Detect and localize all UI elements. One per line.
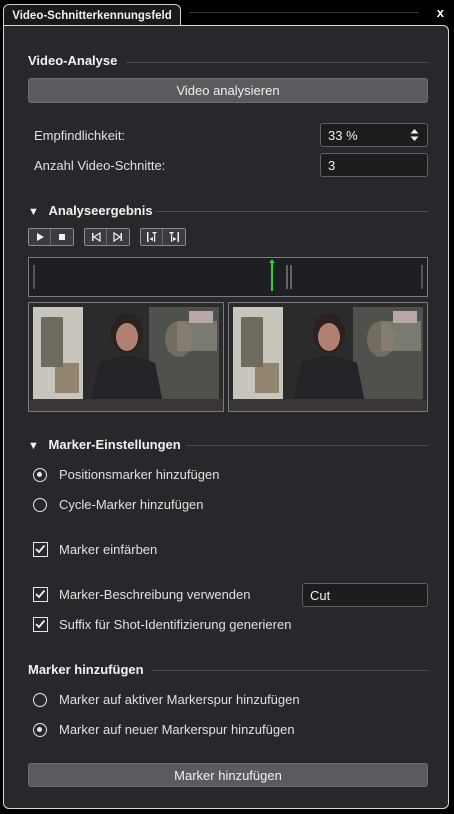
- checkmark-icon: [35, 619, 46, 629]
- new-track-label: Marker auf neuer Markerspur hinzufügen: [59, 722, 295, 737]
- add-markers-heading: Marker hinzufügen: [28, 662, 144, 677]
- video-frame-image: [229, 303, 427, 411]
- panel-tab-title: Video-Schnitterkennungsfeld: [12, 9, 172, 22]
- cut-count-label: Anzahl Video-Schnitte:: [34, 158, 166, 173]
- section-divider: [156, 211, 428, 212]
- sensitivity-value: 33 %: [328, 127, 358, 143]
- add-markers-button[interactable]: Marker hinzufügen: [28, 763, 428, 787]
- marker-description-label: Marker-Beschreibung verwenden: [59, 587, 251, 602]
- active-track-radio[interactable]: [33, 693, 47, 707]
- video-frame-image: [29, 303, 223, 411]
- analysis-result-heading[interactable]: ▼ Analyseergebnis: [28, 203, 153, 218]
- color-marker-label: Marker einfärben: [59, 542, 158, 557]
- section-divider: [186, 445, 428, 446]
- navigation-controls: [84, 228, 130, 246]
- cycle-marker-radio[interactable]: [33, 498, 47, 512]
- stepper-arrows-icon[interactable]: [410, 128, 419, 142]
- marker-settings-heading[interactable]: ▼ Marker-Einstellungen: [28, 437, 181, 452]
- cut-timeline[interactable]: [28, 257, 428, 297]
- close-icon[interactable]: x: [437, 5, 444, 20]
- collapse-arrow-icon[interactable]: ▼: [28, 440, 39, 452]
- cut-count-value: 3: [328, 157, 336, 173]
- stop-icon[interactable]: [51, 229, 73, 245]
- previous-cut-icon[interactable]: [141, 229, 163, 245]
- play-icon[interactable]: [29, 229, 51, 245]
- sensitivity-stepper[interactable]: 33 %: [320, 123, 428, 147]
- shot-suffix-label: Suffix für Shot-Identifizierung generier…: [59, 617, 292, 632]
- next-cut-icon[interactable]: [163, 229, 185, 245]
- shot-suffix-checkbox[interactable]: [33, 617, 48, 632]
- cut-before-thumbnail[interactable]: [28, 302, 224, 412]
- panel-body: Video-Analyse Video analysieren Empfindl…: [3, 25, 449, 809]
- marker-description-value: Cut: [310, 587, 331, 603]
- marker-description-input[interactable]: Cut: [302, 583, 428, 607]
- position-marker-radio[interactable]: [33, 468, 47, 482]
- checkmark-icon: [35, 589, 46, 599]
- position-marker-label: Positionsmarker hinzufügen: [59, 467, 220, 482]
- sensitivity-label: Empfindlichkeit:: [34, 128, 126, 143]
- cut-navigation-controls: [140, 228, 186, 246]
- playback-controls: [28, 228, 74, 246]
- video-cut-detection-window: Video-Schnitterkennungsfeld x Video-Anal…: [0, 0, 454, 814]
- marker-description-checkbox[interactable]: [33, 587, 48, 602]
- section-divider: [152, 670, 428, 671]
- previous-icon[interactable]: [85, 229, 107, 245]
- analysis-result-title: Analyseergebnis: [48, 203, 153, 218]
- cut-after-thumbnail[interactable]: [228, 302, 428, 412]
- section-divider: [126, 62, 428, 63]
- cycle-marker-label: Cycle-Marker hinzufügen: [59, 497, 204, 512]
- video-analysis-heading: Video-Analyse: [28, 53, 118, 68]
- cut-count-field[interactable]: 3: [320, 153, 428, 177]
- checkmark-icon: [35, 544, 46, 554]
- color-marker-checkbox[interactable]: [33, 542, 48, 557]
- tab-bar-divider: [190, 12, 418, 13]
- next-icon[interactable]: [107, 229, 129, 245]
- new-track-radio[interactable]: [33, 723, 47, 737]
- marker-settings-title: Marker-Einstellungen: [48, 437, 181, 452]
- timeline-track: [33, 259, 423, 291]
- analyze-video-button[interactable]: Video analysieren: [28, 78, 428, 103]
- active-track-label: Marker auf aktiver Markerspur hinzufügen: [59, 692, 300, 707]
- collapse-arrow-icon[interactable]: ▼: [28, 206, 39, 218]
- panel-tab[interactable]: Video-Schnitterkennungsfeld: [3, 4, 181, 26]
